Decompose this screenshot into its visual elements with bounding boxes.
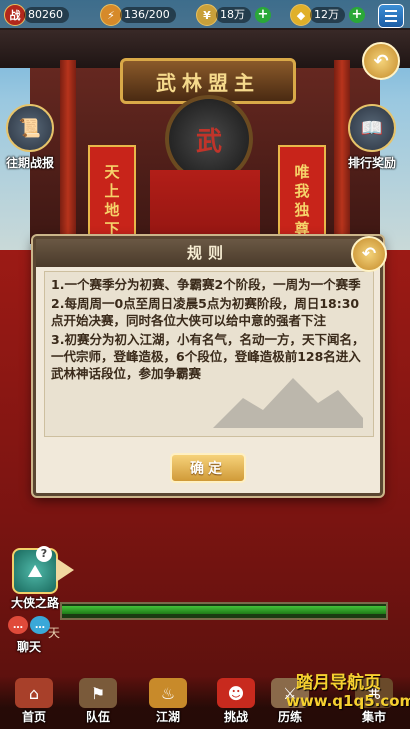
stamina-resource: ⚡ 136/200	[100, 4, 176, 26]
menu-icon[interactable]	[378, 4, 404, 28]
nav-home-label: 首页	[21, 710, 46, 724]
progress-fill	[62, 606, 386, 614]
hero-road-badge: ?	[36, 546, 52, 562]
gold-value: 12万	[310, 7, 345, 23]
nav-challenge-label: 挑战	[223, 710, 248, 724]
gourd-icon: ♨	[149, 678, 187, 708]
team-icon: ⚑	[79, 678, 117, 708]
scroll-icon: 📜	[6, 104, 54, 152]
chat-progress-bar	[60, 602, 388, 620]
nav-challenge[interactable]: ☻ 挑战	[206, 676, 266, 729]
mountain-ink-decoration	[213, 378, 363, 428]
nav-home[interactable]: ⌂ 首页	[4, 676, 64, 729]
rule-1: 1.一个赛季分为初赛、争霸赛2个阶段，一周为一个赛季	[51, 277, 361, 292]
dialog-close-button[interactable]: ↶	[351, 236, 387, 272]
chat-bubbles-icon: … …	[7, 612, 51, 638]
dialog-title: 规则	[186, 244, 229, 262]
confirm-button[interactable]: 确定	[170, 453, 246, 483]
ranking-reward-button[interactable]: 📖 排行奖励	[344, 104, 400, 171]
add-silver-button[interactable]: +	[255, 7, 271, 23]
gold-ingot-icon: ◆	[290, 4, 312, 26]
watermark-title: 踏月导航页	[296, 673, 381, 693]
rules-content: 1.一个赛季分为初赛、争霸赛2个阶段，一周为一个赛季 2.每周周一0点至周日凌晨…	[44, 271, 374, 437]
nav-jianghu[interactable]: ♨ 江湖	[138, 676, 198, 729]
home-icon: ⌂	[15, 678, 53, 708]
resource-bar: 战 80260 ⚡ 136/200 ¥ 18万 + ◆ 12万 +	[0, 0, 410, 30]
history-report-button[interactable]: 📜 往期战报	[2, 104, 58, 171]
nav-jianghu-label: 江湖	[155, 710, 180, 724]
pillar-left	[60, 60, 76, 240]
gold-resource: ◆ 12万 +	[290, 4, 365, 26]
chat-label: 聊天	[16, 640, 41, 654]
chat-button[interactable]: … … 聊天	[4, 612, 54, 655]
stamina-icon: ⚡	[100, 4, 122, 26]
silver-resource: ¥ 18万 +	[196, 4, 271, 26]
power-value: 80260	[24, 7, 69, 23]
nav-team[interactable]: ⚑ 队伍	[68, 676, 128, 729]
rules-dialog: 规则 1.一个赛季分为初赛、争霸赛2个阶段，一周为一个赛季 2.每周周一0点至周…	[33, 236, 383, 496]
nav-training-label: 历练	[277, 710, 302, 724]
power-resource: 战 80260	[4, 4, 69, 26]
ranking-reward-label: 排行奖励	[347, 156, 396, 170]
chat-bubble-blue-icon: …	[30, 616, 50, 634]
silver-coin-icon: ¥	[196, 4, 218, 26]
mask-icon: ☻	[217, 678, 255, 708]
add-gold-button[interactable]: +	[349, 7, 365, 23]
silver-value: 18万	[216, 7, 251, 23]
nav-market-label: 集市	[361, 710, 386, 724]
book-icon: 📖	[348, 104, 396, 152]
watermark-url: www.q1q5.com	[286, 692, 410, 710]
history-report-label: 往期战报	[5, 156, 54, 170]
rule-2: 2.每周周一0点至周日凌晨5点为初赛阶段，周日18:30点开始决赛，同时各位大侠…	[51, 296, 360, 328]
power-icon: 战	[4, 4, 26, 26]
stamina-value: 136/200	[120, 7, 176, 23]
chat-preview-text: 天	[48, 626, 61, 640]
scene-back-button[interactable]: ↶	[362, 42, 400, 80]
chat-bubble-red-icon: …	[8, 616, 28, 634]
arrow-right-icon[interactable]	[56, 558, 74, 582]
nav-team-label: 队伍	[85, 710, 110, 724]
